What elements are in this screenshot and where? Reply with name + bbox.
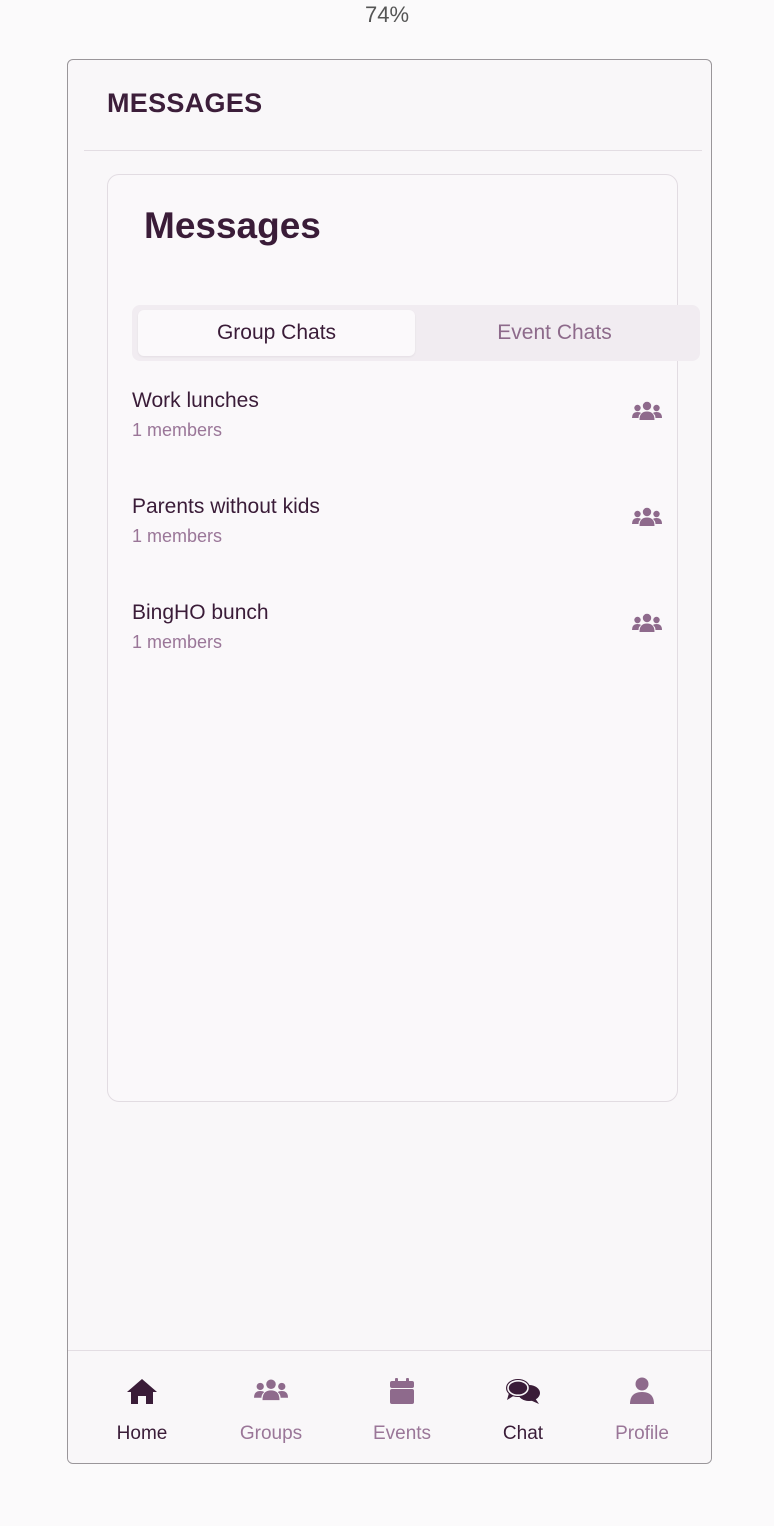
nav-item-profile[interactable]: Profile	[587, 1351, 697, 1461]
tab-label: Group Chats	[216, 321, 337, 344]
nav-label: Groups	[239, 1423, 303, 1444]
tab-group-chats[interactable]: Group Chats	[138, 310, 415, 356]
card-title: Messages	[144, 205, 321, 246]
chat-member-count: 1 members	[132, 420, 223, 440]
users-icon	[632, 401, 662, 420]
nav-item-groups[interactable]: Groups	[216, 1351, 326, 1461]
page-title: MESSAGES	[107, 88, 263, 118]
users-icon	[254, 1379, 288, 1401]
nav-item-home[interactable]: Home	[87, 1351, 197, 1461]
users-icon	[632, 613, 662, 632]
chat-tabs: Group Chats Event Chats	[132, 305, 700, 361]
nav-label: Home	[116, 1423, 168, 1444]
calendar-icon	[390, 1378, 414, 1404]
user-icon	[630, 1377, 654, 1404]
list-item[interactable]: Parents without kids 1 members	[132, 489, 662, 595]
top-header: MESSAGES	[84, 60, 702, 151]
tab-event-chats[interactable]: Event Chats	[416, 310, 693, 356]
chat-name: Work lunches	[132, 389, 259, 412]
users-icon	[632, 507, 662, 526]
chat-list: Work lunches 1 members Parents without k…	[132, 383, 662, 701]
list-item[interactable]: BingHO bunch 1 members	[132, 595, 662, 701]
chat-name: BingHO bunch	[132, 601, 269, 624]
list-item[interactable]: Work lunches 1 members	[132, 383, 662, 489]
nav-item-events[interactable]: Events	[347, 1351, 457, 1461]
app-frame: MESSAGES Messages Group Chats Event Chat…	[67, 59, 712, 1464]
nav-label: Profile	[615, 1423, 669, 1444]
chat-member-count: 1 members	[132, 526, 223, 546]
chat-icon	[506, 1379, 540, 1404]
messages-card: Messages Group Chats Event Chats Work lu…	[107, 174, 700, 1102]
zoom-level-indicator: 74%	[364, 2, 410, 27]
home-icon	[127, 1379, 157, 1404]
chat-name: Parents without kids	[132, 495, 320, 518]
nav-label: Chat	[502, 1423, 544, 1444]
nav-item-chat[interactable]: Chat	[468, 1351, 578, 1461]
tab-label: Event Chats	[497, 321, 612, 344]
bottom-nav: Home Groups Events Chat Profile	[68, 1350, 711, 1463]
chat-member-count: 1 members	[132, 632, 223, 652]
nav-label: Events	[372, 1423, 432, 1444]
